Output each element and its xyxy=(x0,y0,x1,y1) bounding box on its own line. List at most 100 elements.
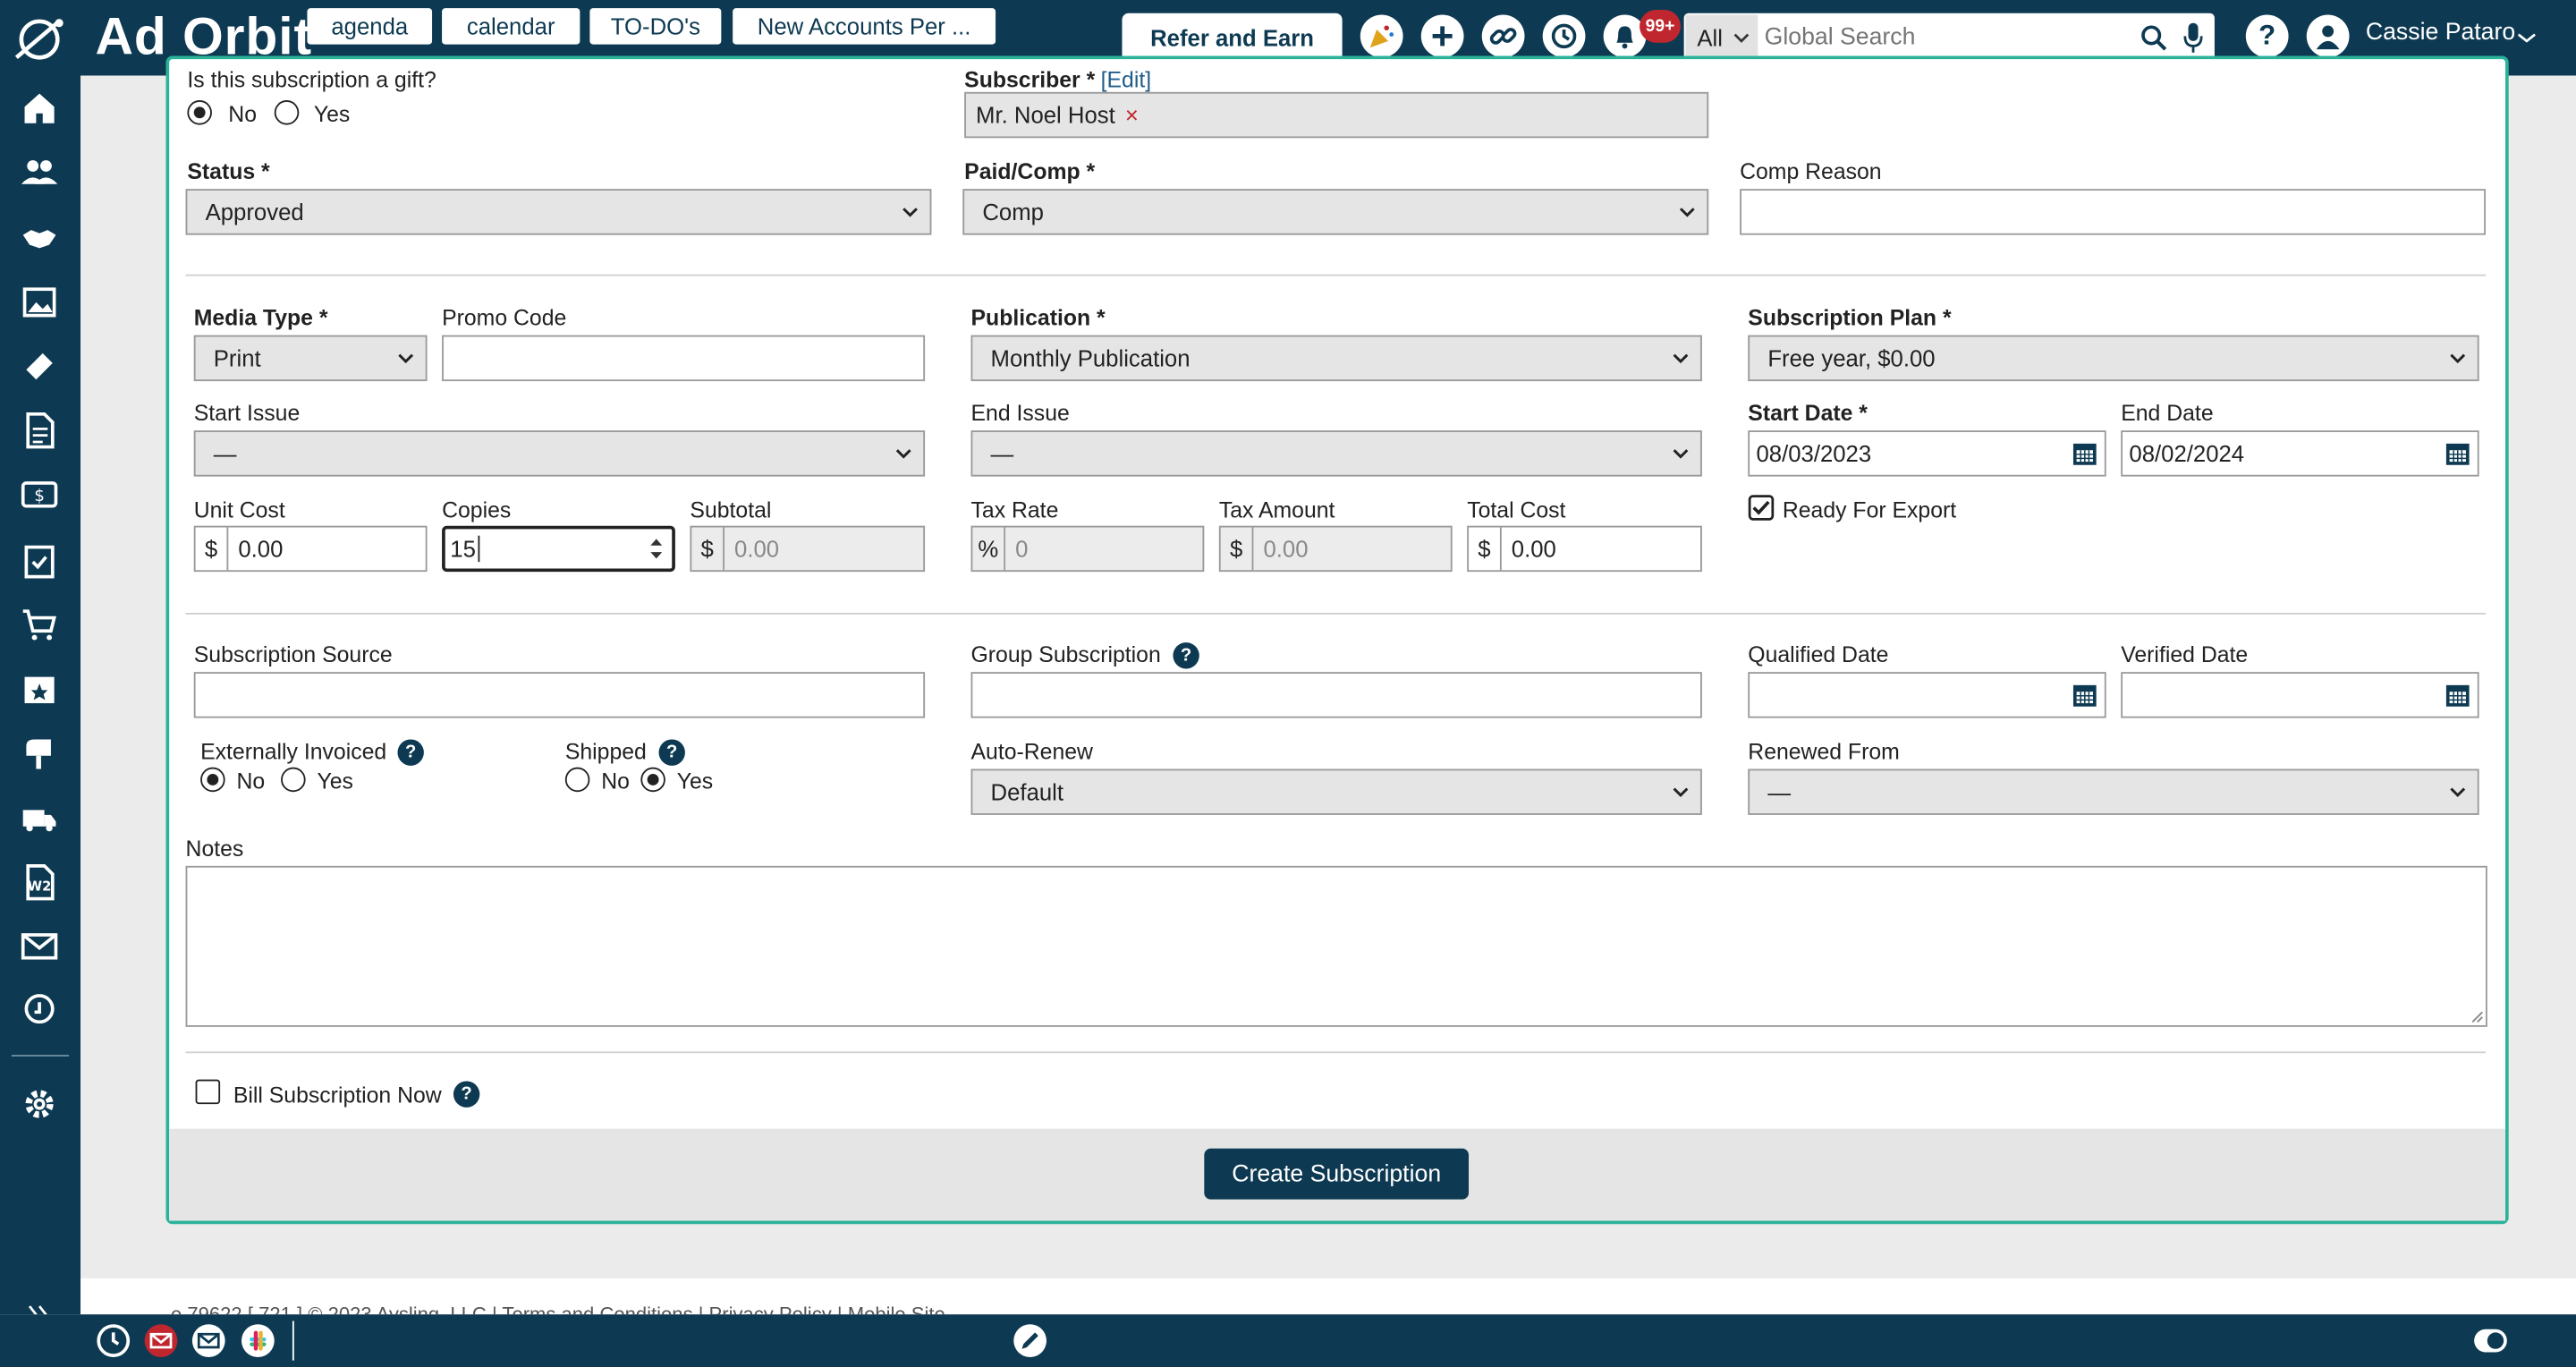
mailbox-icon[interactable] xyxy=(20,733,59,772)
subscription-plan-select[interactable]: Free year, $0.00 xyxy=(1748,335,2479,382)
help-icon[interactable]: ? xyxy=(1173,642,1199,669)
create-subscription-button[interactable]: Create Subscription xyxy=(1204,1148,1470,1200)
mail-icon[interactable] xyxy=(20,927,59,966)
resize-handle-icon[interactable] xyxy=(2470,1009,2485,1024)
taskbar-agenda[interactable]: agenda xyxy=(307,8,433,45)
help-icon[interactable]: ? xyxy=(397,739,424,766)
gear-icon[interactable] xyxy=(20,1084,59,1124)
orbit-logo-icon[interactable] xyxy=(10,15,69,64)
help-button[interactable]: ? xyxy=(2245,14,2289,58)
subscriber-edit-link[interactable]: [Edit] xyxy=(1101,67,1152,92)
chevron-down-icon xyxy=(1673,353,1689,364)
gift-no-radio[interactable] xyxy=(187,100,212,125)
start-issue-select[interactable]: — xyxy=(193,430,926,477)
end-date-value: 08/02/2024 xyxy=(2129,440,2245,467)
edit-pen-icon[interactable] xyxy=(1012,1322,1047,1358)
bill-subscription-now-checkbox[interactable] xyxy=(195,1079,221,1105)
mail-alert-icon[interactable] xyxy=(143,1322,179,1358)
externally-invoiced-no-radio[interactable] xyxy=(200,767,225,793)
finance-icon[interactable]: $ xyxy=(20,475,59,514)
taskbar-new-accounts[interactable]: New Accounts Per ... xyxy=(733,8,996,45)
gift-yes-radio[interactable] xyxy=(274,100,300,125)
gift-yes-label: Yes xyxy=(313,101,351,127)
calendar-icon[interactable] xyxy=(2445,682,2470,708)
gallery-icon[interactable] xyxy=(20,283,59,322)
calendar-icon[interactable] xyxy=(2072,682,2097,708)
chevron-down-icon xyxy=(895,449,911,459)
start-issue-label: Start Issue xyxy=(193,401,301,426)
search-icon[interactable] xyxy=(2139,23,2168,53)
renewed-from-value: — xyxy=(1767,778,1792,805)
qualified-date-input[interactable] xyxy=(1748,672,2106,718)
support-icon[interactable] xyxy=(20,990,59,1030)
help-icon[interactable]: ? xyxy=(453,1081,480,1108)
tax-amount-placeholder: 0.00 xyxy=(1263,535,1309,563)
search-scope-select[interactable]: All xyxy=(1685,14,1758,61)
verified-date-input[interactable] xyxy=(2121,672,2479,718)
end-date-input[interactable]: 08/02/2024 xyxy=(2121,430,2479,477)
renewed-from-label: Renewed From xyxy=(1748,739,1900,764)
taskbar-calendar[interactable]: calendar xyxy=(442,8,580,45)
unit-cost-input[interactable]: $0.00 xyxy=(193,525,428,573)
auto-renew-select[interactable]: Default xyxy=(970,768,1702,815)
home-icon[interactable] xyxy=(20,89,59,128)
notes-textarea[interactable] xyxy=(185,865,2487,1027)
taskbar-todos[interactable]: TO-DO's xyxy=(589,8,722,45)
cart-icon[interactable] xyxy=(20,605,59,644)
group-subscription-input[interactable] xyxy=(970,672,1702,718)
ready-for-export-label: Ready For Export xyxy=(1782,497,1957,523)
celebration-icon[interactable] xyxy=(1360,14,1403,58)
user-avatar-icon[interactable] xyxy=(2306,14,2350,58)
externally-invoiced-yes-radio[interactable] xyxy=(281,767,306,793)
microphone-icon[interactable] xyxy=(2182,21,2205,55)
subscriber-field[interactable]: Mr. Noel Host × xyxy=(964,91,1709,139)
chevron-down-icon xyxy=(1673,787,1689,797)
shipped-yes-radio[interactable] xyxy=(640,767,665,793)
toggle-switch-icon[interactable] xyxy=(2472,1326,2508,1355)
shipped-no-radio[interactable] xyxy=(564,767,590,793)
publication-select[interactable]: Monthly Publication xyxy=(970,335,1702,382)
gift-no-label: No xyxy=(228,101,258,127)
w2-form-icon[interactable]: W2 xyxy=(20,862,59,902)
calendar-icon[interactable] xyxy=(2072,440,2097,466)
user-menu-chevron-icon[interactable] xyxy=(2517,31,2537,45)
publication-label: Publication * xyxy=(970,305,1106,331)
subtotal-input: $0.00 xyxy=(690,525,926,573)
renewed-from-select[interactable]: — xyxy=(1748,768,2479,815)
copies-input[interactable]: 15 xyxy=(442,525,675,573)
contacts-icon[interactable] xyxy=(20,153,59,192)
user-name[interactable]: Cassie Pataro xyxy=(2366,20,2515,46)
global-search-input[interactable] xyxy=(1764,16,2130,60)
tax-rate-label: Tax Rate xyxy=(970,497,1059,523)
promo-code-input[interactable] xyxy=(442,335,926,382)
slack-icon[interactable] xyxy=(240,1322,275,1358)
comp-reason-input[interactable] xyxy=(1740,189,2486,235)
add-icon[interactable] xyxy=(1420,14,1464,58)
calendar-icon[interactable] xyxy=(2445,440,2470,466)
ticket-icon[interactable] xyxy=(20,347,59,386)
clipboard-icon[interactable] xyxy=(20,540,59,580)
shipped-yes-label: Yes xyxy=(676,768,714,794)
clock-icon[interactable] xyxy=(96,1322,131,1358)
document-icon[interactable] xyxy=(20,411,59,450)
handshake-icon[interactable] xyxy=(20,218,59,258)
envelope-icon[interactable] xyxy=(191,1322,226,1358)
end-issue-select[interactable]: — xyxy=(970,430,1702,477)
footer-text: …e 79622 [ 721 ] © 2023 Aysling, LLC | T… xyxy=(151,1304,945,1314)
calendar-star-icon[interactable] xyxy=(20,668,59,708)
history-icon[interactable] xyxy=(1542,14,1586,58)
start-date-input[interactable]: 08/03/2023 xyxy=(1748,430,2106,477)
number-stepper-icon[interactable] xyxy=(649,536,665,562)
auto-renew-value: Default xyxy=(990,778,1064,805)
truck-icon[interactable] xyxy=(20,799,59,838)
media-type-select[interactable]: Print xyxy=(193,335,428,382)
help-icon[interactable]: ? xyxy=(658,739,685,766)
status-select[interactable]: Approved xyxy=(185,189,932,235)
paid-comp-select[interactable]: Comp xyxy=(962,189,1709,235)
section-divider xyxy=(185,1051,2486,1054)
link-icon[interactable] xyxy=(1481,14,1525,58)
ready-for-export-checkbox[interactable] xyxy=(1748,495,1775,521)
total-cost-input[interactable]: $0.00 xyxy=(1467,525,1702,573)
remove-subscriber-icon[interactable]: × xyxy=(1125,102,1139,128)
subscription-source-input[interactable] xyxy=(193,672,926,718)
